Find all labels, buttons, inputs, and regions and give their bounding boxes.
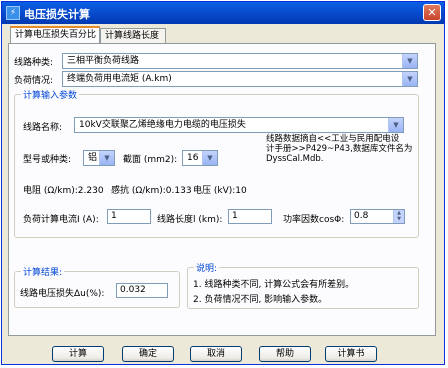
load-case-value: 终端负荷用电流矩 (A.km)	[67, 74, 172, 84]
voltage-text: 电压 (kV):10	[193, 186, 247, 196]
power-factor-input[interactable]: 0.8 ▲ ▼	[350, 209, 405, 224]
length-label: 线路长度l (km):	[157, 215, 223, 225]
data-source-note: 线路数据摘自<<工业与民用配电设 计手册>>P429~P43,数据库文件名为 D…	[266, 134, 413, 164]
dialog-window: ⚡ 电压损失计算 ✕ 计算电压损失百分比 计算线路长度 线路种类: 三相平衡负荷…	[1, 1, 445, 365]
close-button[interactable]: ✕	[423, 4, 441, 21]
line-name-label: 线路名称:	[23, 123, 63, 133]
tab-voltage-loss[interactable]: 计算电压损失百分比	[10, 26, 100, 43]
model-value: 铝	[88, 153, 98, 163]
line-name-value: 10kV交联聚乙烯绝缘电力电缆的电压损失	[79, 120, 246, 130]
chevron-down-icon[interactable]: ▼	[202, 151, 217, 165]
reactance-text: 感抗 (Ω/km):0.133	[111, 186, 192, 196]
current-label: 负荷计算电流I (A):	[23, 215, 99, 225]
power-factor-label: 功率因数cosΦ:	[283, 215, 345, 225]
cancel-button[interactable]: 取消	[190, 346, 242, 362]
resistance-text: 电阻 (Ω/km):2.230	[23, 186, 104, 196]
chevron-down-icon[interactable]: ▼	[402, 54, 417, 68]
report-button[interactable]: 计算书	[325, 346, 377, 362]
notes-group: 说明: 1. 线路种类不同, 计算公式会有所差别。 2. 负荷情况不同, 影响输…	[187, 261, 419, 309]
section-label: 截面 (mm2):	[123, 155, 178, 165]
current-input[interactable]: 1	[107, 209, 151, 224]
line-name-select[interactable]: 10kV交联聚乙烯绝缘电力电缆的电压损失 ▼	[74, 117, 404, 133]
spinner-arrows-icon[interactable]: ▲ ▼	[393, 210, 404, 223]
close-icon: ✕	[427, 6, 437, 19]
app-icon: ⚡	[6, 6, 20, 20]
load-case-select[interactable]: 终端负荷用电流矩 (A.km) ▼	[62, 71, 418, 87]
route-type-value: 三相平衡负荷线路	[67, 56, 140, 66]
help-button[interactable]: 帮助	[259, 346, 311, 362]
section-select[interactable]: 16 ▼	[182, 150, 218, 166]
length-input[interactable]: 1	[228, 209, 272, 224]
result-group: 计算结果: 线路电压损失Δu(%): 0.032	[14, 265, 180, 308]
result-title: 计算结果:	[21, 265, 65, 278]
chevron-down-icon[interactable]: ▼	[99, 151, 114, 165]
title-bar[interactable]: ⚡ 电压损失计算 ✕	[2, 2, 444, 24]
calculate-button[interactable]: 计算	[52, 346, 104, 362]
result-value[interactable]: 0.032	[116, 283, 168, 298]
tab-panel: 线路种类: 三相平衡负荷线路 ▼ 负荷情况: 终端负荷用电流矩 (A.km) ▼…	[8, 43, 436, 336]
chevron-down-icon[interactable]: ▼	[388, 118, 403, 132]
load-case-label: 负荷情况:	[14, 76, 54, 86]
power-factor-value: 0.8	[354, 211, 369, 221]
chevron-down-icon[interactable]: ▼	[402, 72, 417, 86]
tab-line-length[interactable]: 计算线路长度	[100, 28, 166, 43]
route-type-select[interactable]: 三相平衡负荷线路 ▼	[62, 53, 418, 69]
note-line: 1. 线路种类不同, 计算公式会有所差别。	[193, 280, 355, 290]
input-params-group: 计算输入参数 线路名称: 10kV交联聚乙烯绝缘电力电缆的电压损失 ▼ 型号或种…	[14, 88, 419, 238]
route-type-label: 线路种类:	[14, 58, 54, 68]
result-label: 线路电压损失Δu(%):	[20, 289, 105, 299]
window-title: 电压损失计算	[24, 8, 90, 21]
model-select[interactable]: 铝 ▼	[83, 150, 115, 166]
section-value: 16	[187, 153, 199, 163]
note-line: 2. 负荷情况不同, 影响输入参数。	[193, 295, 328, 305]
model-label: 型号或种类:	[23, 155, 72, 165]
ok-button[interactable]: 确定	[122, 346, 174, 362]
notes-title: 说明:	[194, 261, 220, 274]
input-params-title: 计算输入参数	[21, 88, 80, 101]
